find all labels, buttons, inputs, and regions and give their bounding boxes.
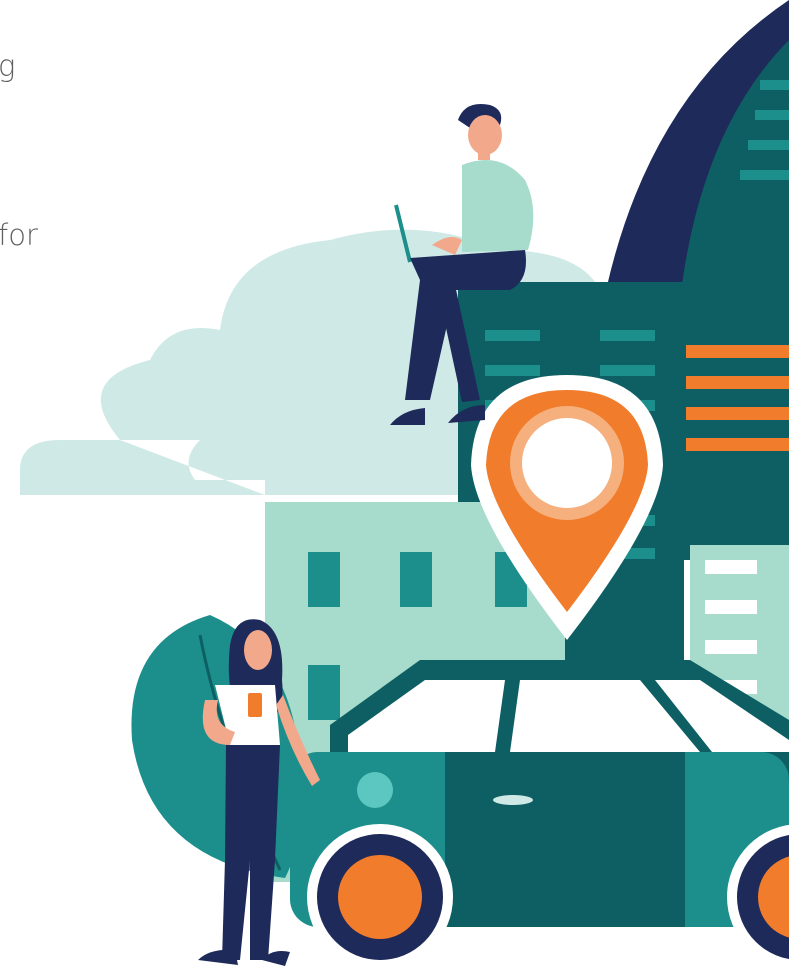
car [290,660,789,970]
city-ride-illustration [20,0,789,970]
